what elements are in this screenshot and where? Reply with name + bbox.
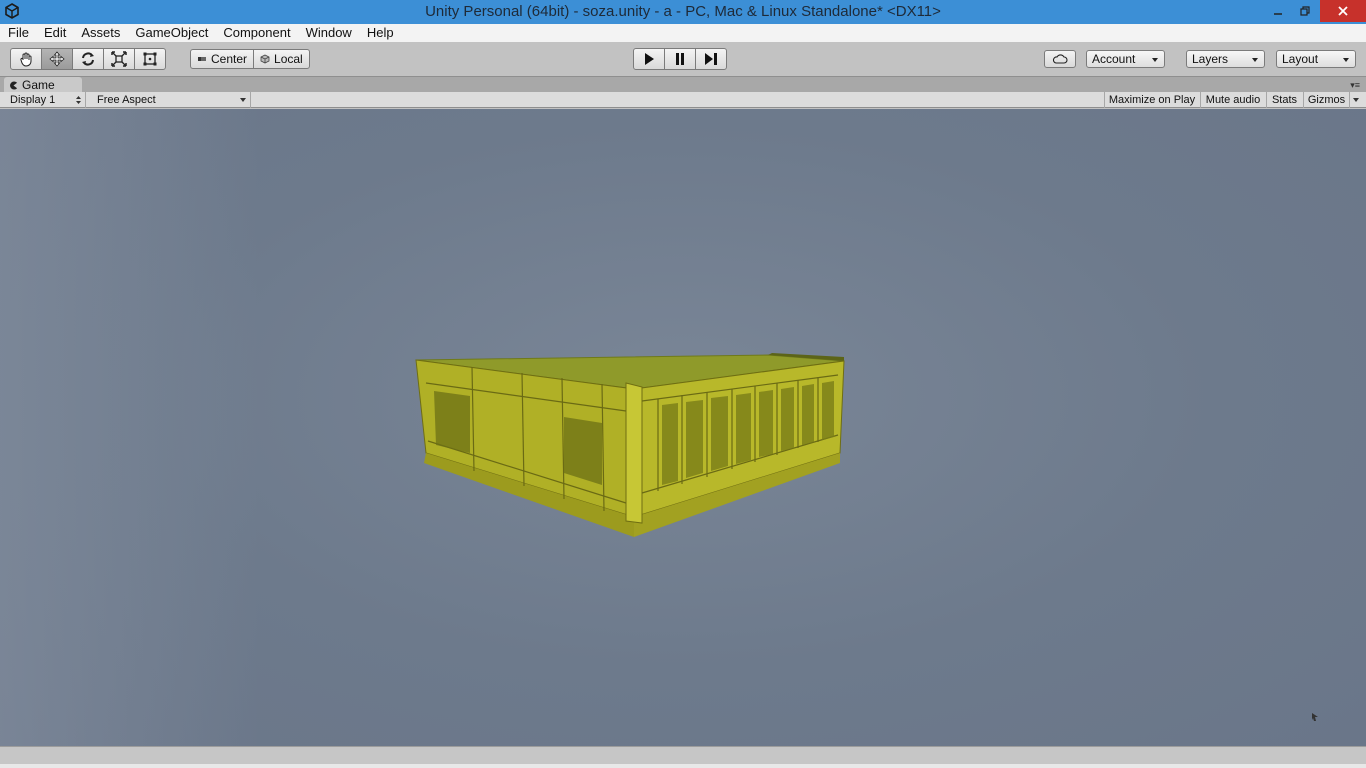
pivot-space-label: Local	[274, 52, 303, 66]
minimize-button[interactable]	[1264, 0, 1292, 22]
cloud-icon	[1052, 54, 1068, 64]
pivot-center-label: Center	[211, 52, 248, 66]
game-viewport[interactable]	[0, 109, 1366, 746]
pivot-center-icon	[198, 57, 206, 61]
playback-controls	[633, 48, 727, 70]
account-label: Account	[1092, 52, 1136, 66]
title-bar: Unity Personal (64bit) - soza.unity - a …	[0, 0, 1366, 24]
menu-gameobject[interactable]: GameObject	[127, 24, 215, 42]
gizmos-label: Gizmos	[1307, 94, 1346, 106]
scale-tool-button[interactable]	[103, 48, 135, 70]
tab-game[interactable]: Game	[4, 77, 82, 93]
cube-icon	[260, 54, 270, 64]
rect-icon	[143, 52, 157, 66]
layers-dropdown[interactable]: Layers	[1186, 50, 1265, 68]
menu-edit[interactable]: Edit	[36, 24, 73, 42]
pivot-toggles: Center Local	[190, 49, 310, 71]
stats-label: Stats	[1271, 94, 1298, 106]
menu-component[interactable]: Component	[215, 24, 297, 42]
transform-tools	[10, 48, 166, 70]
account-dropdown[interactable]: Account	[1086, 50, 1165, 68]
mute-label: Mute audio	[1205, 94, 1261, 106]
updown-arrows-icon	[76, 96, 81, 104]
step-button[interactable]	[695, 48, 727, 70]
chevron-down-icon	[240, 98, 246, 102]
menu-window[interactable]: Window	[298, 24, 359, 42]
window-title: Unity Personal (64bit) - soza.unity - a …	[425, 3, 941, 20]
maximize-on-play-toggle[interactable]: Maximize on Play	[1104, 92, 1199, 108]
aspect-label: Free Aspect	[97, 94, 156, 106]
chevron-down-icon	[1343, 58, 1349, 62]
gizmos-toggle[interactable]: Gizmos	[1303, 92, 1349, 108]
display-select[interactable]: Display 1	[4, 92, 86, 108]
close-button[interactable]	[1320, 0, 1366, 22]
play-button[interactable]	[633, 48, 665, 70]
restore-icon	[1300, 6, 1310, 16]
move-tool-button[interactable]	[41, 48, 73, 70]
chevron-down-icon	[1252, 58, 1258, 62]
rect-tool-button[interactable]	[134, 48, 166, 70]
menu-file[interactable]: File	[0, 24, 36, 42]
maximize-label: Maximize on Play	[1108, 94, 1196, 106]
pacman-icon	[10, 80, 18, 90]
stats-toggle[interactable]: Stats	[1266, 92, 1302, 108]
game-view-toolbar: Display 1 Free Aspect Maximize on Play M…	[0, 92, 1366, 108]
taskbar-strip	[0, 764, 1366, 768]
cursor-icon	[1312, 713, 1318, 721]
chevron-down-icon	[1152, 58, 1158, 62]
close-icon	[1338, 6, 1348, 16]
chevron-down-icon	[1352, 98, 1359, 102]
hand-icon	[20, 52, 32, 67]
cloud-group	[1044, 50, 1076, 72]
rotate-icon	[82, 52, 94, 66]
menu-help[interactable]: Help	[359, 24, 401, 42]
pivot-center-button[interactable]: Center	[190, 49, 255, 69]
gizmos-dropdown[interactable]	[1349, 92, 1361, 108]
main-toolbar: Center Local Account Layers Layout	[0, 42, 1366, 76]
pause-icon	[676, 53, 684, 65]
panel-menu-icon[interactable]: ▾≡	[1350, 80, 1360, 91]
tab-game-label: Game	[22, 78, 55, 92]
display-label: Display 1	[10, 94, 56, 106]
aspect-select[interactable]: Free Aspect	[91, 92, 251, 108]
restore-button[interactable]	[1292, 0, 1318, 22]
cloud-button[interactable]	[1044, 50, 1076, 68]
layers-label: Layers	[1192, 52, 1229, 66]
step-icon	[705, 53, 717, 65]
rotate-tool-button[interactable]	[72, 48, 104, 70]
layout-dropdown[interactable]: Layout	[1276, 50, 1356, 68]
hand-tool-button[interactable]	[10, 48, 42, 70]
move-arrows-icon	[49, 51, 65, 67]
pivot-space-button[interactable]: Local	[253, 49, 310, 69]
menu-bar: File Edit Assets GameObject Component Wi…	[0, 24, 1366, 42]
mute-audio-toggle[interactable]: Mute audio	[1200, 92, 1265, 108]
building-model	[415, 353, 845, 537]
pause-button[interactable]	[664, 48, 696, 70]
layout-label: Layout	[1282, 52, 1319, 66]
minimize-icon	[1274, 13, 1282, 15]
menu-assets[interactable]: Assets	[73, 24, 127, 42]
scale-icon	[111, 51, 127, 67]
panel-tab-bar: Game ▾≡	[0, 76, 1366, 93]
play-icon	[645, 53, 654, 65]
